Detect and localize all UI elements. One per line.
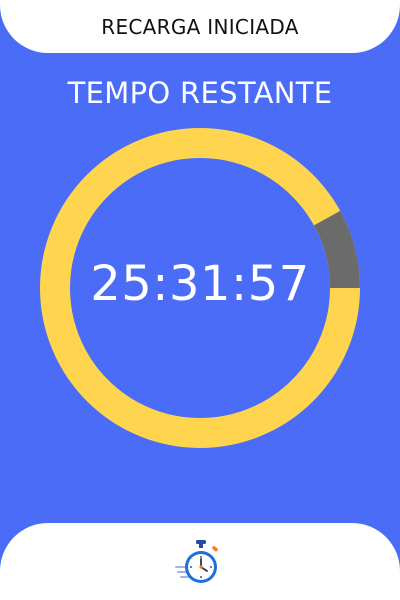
progress-ring: 25:31:57	[40, 128, 360, 448]
stopwatch-icon	[175, 539, 218, 583]
footer-pill	[0, 523, 400, 600]
header-pill: RECARGA INICIADA	[0, 0, 400, 53]
section-title: TEMPO RESTANTE	[67, 76, 333, 110]
timer-value: 25:31:57	[90, 256, 310, 312]
header-title: RECARGA INICIADA	[101, 14, 299, 39]
